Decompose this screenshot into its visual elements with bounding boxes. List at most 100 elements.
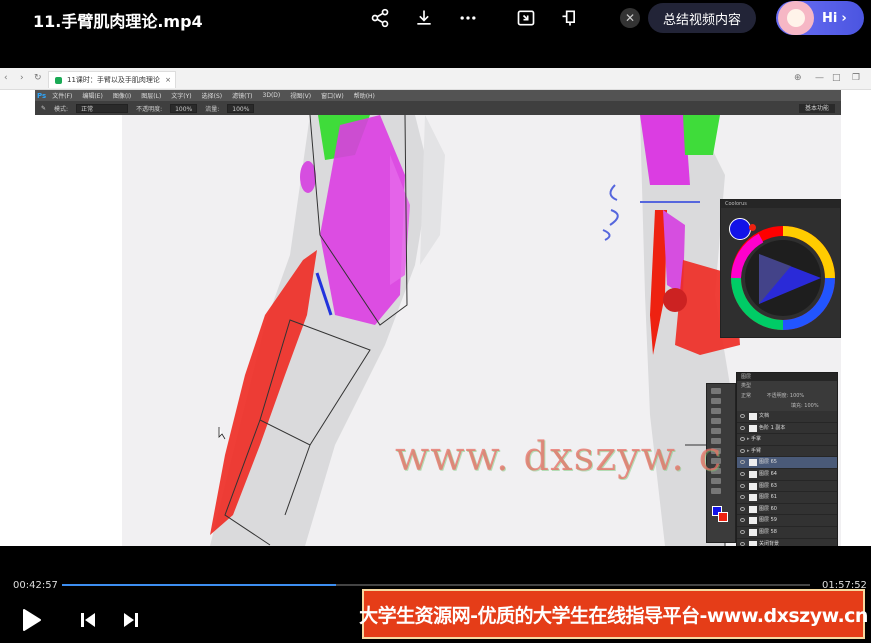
layer-name: 文档 — [759, 413, 770, 419]
layer-name: 图层 61 — [759, 494, 777, 501]
visibility-eye-icon — [740, 414, 745, 418]
more-icon[interactable] — [456, 6, 480, 30]
layer-thumbnail — [749, 528, 757, 536]
tool-icon — [711, 388, 721, 394]
layer-row: 色阶 1 副本 — [737, 423, 837, 435]
ps-menu-item: 滤镜(T) — [232, 93, 253, 100]
color-panel-title: Coolorus — [721, 200, 840, 208]
layer-row: 图层 61 — [737, 492, 837, 504]
ps-menu-item: 选择(S) — [201, 93, 223, 100]
opacity-label: 不透明度: — [136, 105, 163, 113]
layer-row: 图层 58 — [737, 527, 837, 539]
layer-thumbnail — [749, 482, 757, 490]
tool-icon — [711, 408, 721, 414]
ps-menu-item: 文件(F) — [52, 93, 73, 100]
tool-icon — [711, 398, 721, 404]
mode-label: 模式: — [54, 105, 69, 113]
visibility-eye-icon — [740, 518, 745, 523]
visibility-eye-icon — [740, 483, 745, 488]
ps-menu-item: 编辑(E) — [82, 93, 103, 100]
layer-name: 图层 63 — [759, 482, 777, 489]
layer-thumbnail — [749, 505, 757, 513]
ps-menu-item: 3D(D) — [262, 92, 281, 99]
layers-fill-value: 100% — [804, 403, 819, 409]
layer-row: 文档 — [737, 411, 837, 423]
minimize-icon: — — [815, 73, 824, 83]
layers-panel-title: 图层 — [737, 373, 837, 381]
pin-window-icon[interactable] — [558, 6, 582, 30]
globe-icon: ⊕ — [794, 73, 802, 83]
tool-background-color — [718, 512, 728, 522]
visibility-eye-icon — [740, 437, 745, 442]
layer-row: 图层 64 — [737, 469, 837, 481]
layer-name: 图层 59 — [759, 517, 777, 524]
flow-value: 100% — [227, 103, 255, 113]
ps-logo: Ps — [37, 91, 47, 100]
promo-banner: 大学生资源网-优质的大学生在线指导平台-www.dxszyw.cn — [359, 589, 868, 639]
current-time: 00:42:57 — [13, 580, 58, 591]
layer-name: 图层 58 — [759, 528, 777, 535]
ps-options-bar: ✎ 模式: 正常 不透明度: 100% 流量: 100% 基本功能 — [35, 101, 841, 115]
share-icon[interactable] — [368, 6, 392, 30]
browser-bar: ‹ › ↻ 11课时：手臂以及手肌肉理论 × ⊕ — □ ❐ — [0, 68, 871, 90]
assistant-button[interactable]: Hi › — [776, 1, 864, 35]
layer-name: 手臂 — [751, 447, 762, 454]
layer-group-row: 手掌 — [737, 434, 837, 446]
layer-name: 色阶 1 副本 — [759, 424, 786, 431]
layers-opacity-label: 不透明度: — [766, 393, 789, 399]
play-icon[interactable] — [20, 606, 44, 634]
visibility-eye-icon — [740, 529, 745, 534]
brush-icon: ✎ — [41, 104, 47, 112]
layer-list: 文档色阶 1 副本手掌手臂图层 65 图层 64 图层 63 图层 61 图层 60 图层… — [737, 411, 837, 546]
layer-group-row: 手臂 — [737, 446, 837, 458]
video-frame[interactable]: ‹ › ↻ 11课时：手臂以及手肌肉理论 × ⊕ — □ ❐ Ps 文件(F) … — [0, 68, 871, 546]
visibility-eye-icon — [740, 506, 745, 511]
layers-filter: 类型 — [737, 381, 837, 391]
layer-thumbnail — [749, 494, 757, 502]
layer-row: 关闭背景 — [737, 539, 837, 546]
opacity-value: 100% — [170, 103, 198, 113]
layer-name: 图层 64 — [759, 470, 777, 477]
layer-row: 图层 65 — [737, 457, 837, 469]
previous-icon[interactable] — [78, 610, 98, 630]
layer-name: 手掌 — [751, 436, 762, 443]
layers-blend-mode: 正常 — [741, 393, 752, 399]
next-icon[interactable] — [121, 610, 141, 630]
layer-row: 图层 59 — [737, 515, 837, 527]
top-bar: 11.手臂肌肉理论.mp4 ✕ 总结视频内容 Hi › — [0, 0, 871, 36]
playback-controls: 00:42:57 01:57:52 大学生资源网-优质的大学生在线指导平台-ww… — [0, 546, 871, 643]
layer-thumbnail — [749, 517, 757, 525]
color-wheel — [731, 226, 835, 330]
download-icon[interactable] — [412, 6, 436, 30]
assistant-greeting: Hi — [822, 10, 838, 26]
ps-menu-item: 图像(I) — [112, 93, 132, 100]
visibility-eye-icon — [740, 541, 745, 546]
mode-select: 正常 — [76, 103, 129, 113]
ps-menu-item: 帮助(H) — [353, 93, 375, 100]
picture-in-picture-icon[interactable] — [514, 6, 538, 30]
ps-menu-item: 窗口(W) — [321, 93, 344, 100]
forward-icon: › — [20, 73, 24, 83]
tool-icon — [711, 418, 721, 424]
tool-icon — [711, 488, 721, 494]
layer-thumbnail — [749, 424, 757, 432]
reload-icon: ↻ — [34, 73, 42, 83]
watermark-text: www. dxszyw. c — [395, 434, 723, 480]
restore-icon: ❐ — [852, 73, 861, 83]
layers-fill-row: 填充: 100% — [737, 401, 837, 411]
summary-button[interactable]: 总结视频内容 — [648, 3, 756, 33]
visibility-eye-icon — [740, 471, 745, 476]
tab-close-icon: × — [165, 76, 171, 84]
video-title: 11.手臂肌肉理论.mp4 — [33, 12, 203, 31]
back-icon: ‹ — [4, 73, 8, 83]
progress-fill — [62, 584, 336, 586]
assistant-avatar — [778, 1, 814, 35]
layer-thumbnail — [749, 459, 757, 467]
layers-opacity-value: 100% — [789, 393, 805, 399]
progress-bar[interactable] — [62, 584, 810, 586]
layers-blend-row: 正常 不透明度: 100% — [737, 391, 837, 401]
close-icon[interactable]: ✕ — [620, 8, 640, 28]
browser-tab: 11课时：手臂以及手肌肉理论 × — [48, 71, 176, 88]
layer-row: 图层 60 — [737, 504, 837, 516]
layers-panel: 图层 类型 正常 不透明度: 100% 填充: 100% 文档色阶 1 副本手掌… — [736, 372, 838, 546]
